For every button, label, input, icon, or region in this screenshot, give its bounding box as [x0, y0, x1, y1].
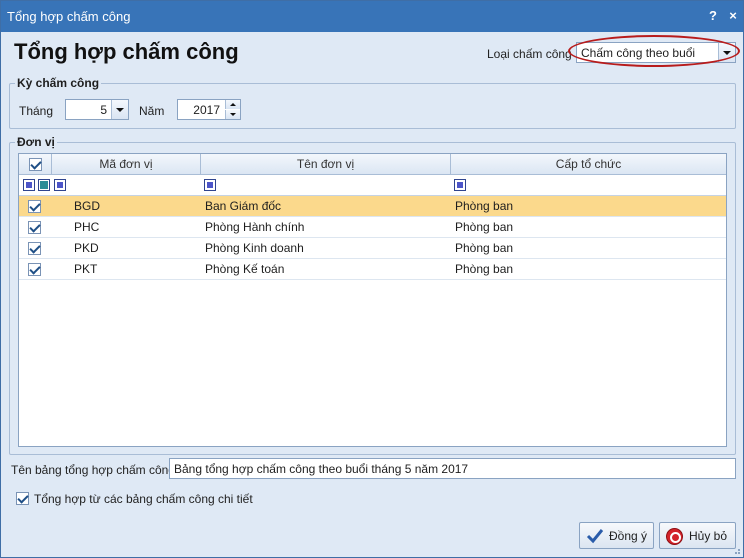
help-icon[interactable]: ?: [705, 7, 721, 25]
unit-code: PKT: [74, 262, 98, 276]
chevron-down-icon: [116, 108, 124, 112]
month-dropdown[interactable]: 5: [65, 99, 129, 120]
spin-up-button[interactable]: [225, 100, 240, 109]
year-spinner[interactable]: 2017: [177, 99, 241, 120]
unit-name: Phòng Kinh doanh: [205, 241, 304, 255]
column-header-level[interactable]: Cấp tổ chức: [451, 154, 726, 175]
dialog-window: Tổng hợp chấm công ? × Tổng hợp chấm côn…: [0, 0, 744, 558]
ok-button-label: Đồng ý: [609, 529, 648, 543]
unit-name: Ban Giám đốc: [205, 199, 282, 213]
unit-name: Phòng Kế toán: [205, 262, 285, 276]
table-row[interactable]: BGD Ban Giám đốc Phòng ban: [19, 196, 726, 217]
summary-name-value: Bảng tổng hợp chấm công theo buổi tháng …: [174, 462, 469, 476]
unit-code: PHC: [74, 220, 100, 234]
row-checkbox[interactable]: [28, 200, 41, 213]
filter-name-icon[interactable]: [204, 179, 216, 191]
filter-operator-icon[interactable]: [38, 179, 50, 191]
year-label: Năm: [139, 104, 165, 118]
unit-level: Phòng ban: [455, 262, 514, 276]
arrow-down-icon: [230, 113, 236, 116]
filter-operator-icon[interactable]: [23, 179, 35, 191]
unit-name: Phòng Hành chính: [205, 220, 305, 234]
cancel-button[interactable]: Hủy bỏ: [659, 522, 736, 549]
period-group-title: Kỳ chấm công: [15, 76, 102, 90]
year-value: 2017: [193, 103, 220, 117]
table-row[interactable]: PKD Phòng Kinh doanh Phòng ban: [19, 238, 726, 259]
unit-level: Phòng ban: [455, 199, 514, 213]
row-checkbox[interactable]: [28, 242, 41, 255]
close-icon[interactable]: ×: [725, 7, 741, 25]
table-header: Mã đơn vị Tên đơn vị Cấp tổ chức: [19, 154, 726, 175]
unit-code: PKD: [74, 241, 99, 255]
summary-name-label: Tên bảng tổng hợp chấm công: [11, 463, 175, 477]
select-all-header[interactable]: [19, 154, 52, 175]
title-bar[interactable]: Tổng hợp chấm công ? ×: [1, 1, 743, 32]
resize-grip-icon[interactable]: [731, 545, 741, 555]
units-table: Mã đơn vị Tên đơn vị Cấp tổ chức BGD Ban…: [18, 153, 727, 447]
row-checkbox[interactable]: [28, 263, 41, 276]
page-title: Tổng hợp chấm công: [14, 39, 239, 64]
dropdown-button[interactable]: [111, 100, 128, 119]
unit-level: Phòng ban: [455, 220, 514, 234]
highlight-oval: [568, 35, 740, 67]
filter-level-icon[interactable]: [454, 179, 466, 191]
cancel-button-label: Hủy bỏ: [689, 529, 728, 543]
detail-checkbox-label[interactable]: Tổng hợp từ các bảng chấm công chi tiết: [34, 492, 253, 506]
unit-level: Phòng ban: [455, 241, 514, 255]
table-row[interactable]: PHC Phòng Hành chính Phòng ban: [19, 217, 726, 238]
filter-row: [19, 175, 726, 196]
table-row[interactable]: PKT Phòng Kế toán Phòng ban: [19, 259, 726, 280]
filter-code-icon[interactable]: [54, 179, 66, 191]
row-checkbox[interactable]: [28, 221, 41, 234]
window-title: Tổng hợp chấm công: [7, 9, 131, 24]
month-value: 5: [100, 103, 107, 117]
detail-checkbox[interactable]: [16, 492, 29, 505]
cancel-icon: [666, 528, 683, 545]
column-header-name[interactable]: Tên đơn vị: [201, 154, 451, 175]
summary-name-input[interactable]: Bảng tổng hợp chấm công theo buổi tháng …: [169, 458, 736, 479]
units-group-title: Đơn vị: [15, 135, 57, 149]
arrow-up-icon: [230, 103, 236, 106]
checkmark-icon: [586, 529, 604, 544]
unit-code: BGD: [74, 199, 101, 213]
attendance-type-label: Loại chấm công: [487, 47, 572, 61]
select-all-checkbox[interactable]: [29, 158, 42, 171]
ok-button[interactable]: Đồng ý: [579, 522, 654, 549]
spin-down-button[interactable]: [225, 110, 240, 119]
month-label: Tháng: [19, 104, 54, 118]
column-header-code[interactable]: Mã đơn vị: [52, 154, 201, 175]
